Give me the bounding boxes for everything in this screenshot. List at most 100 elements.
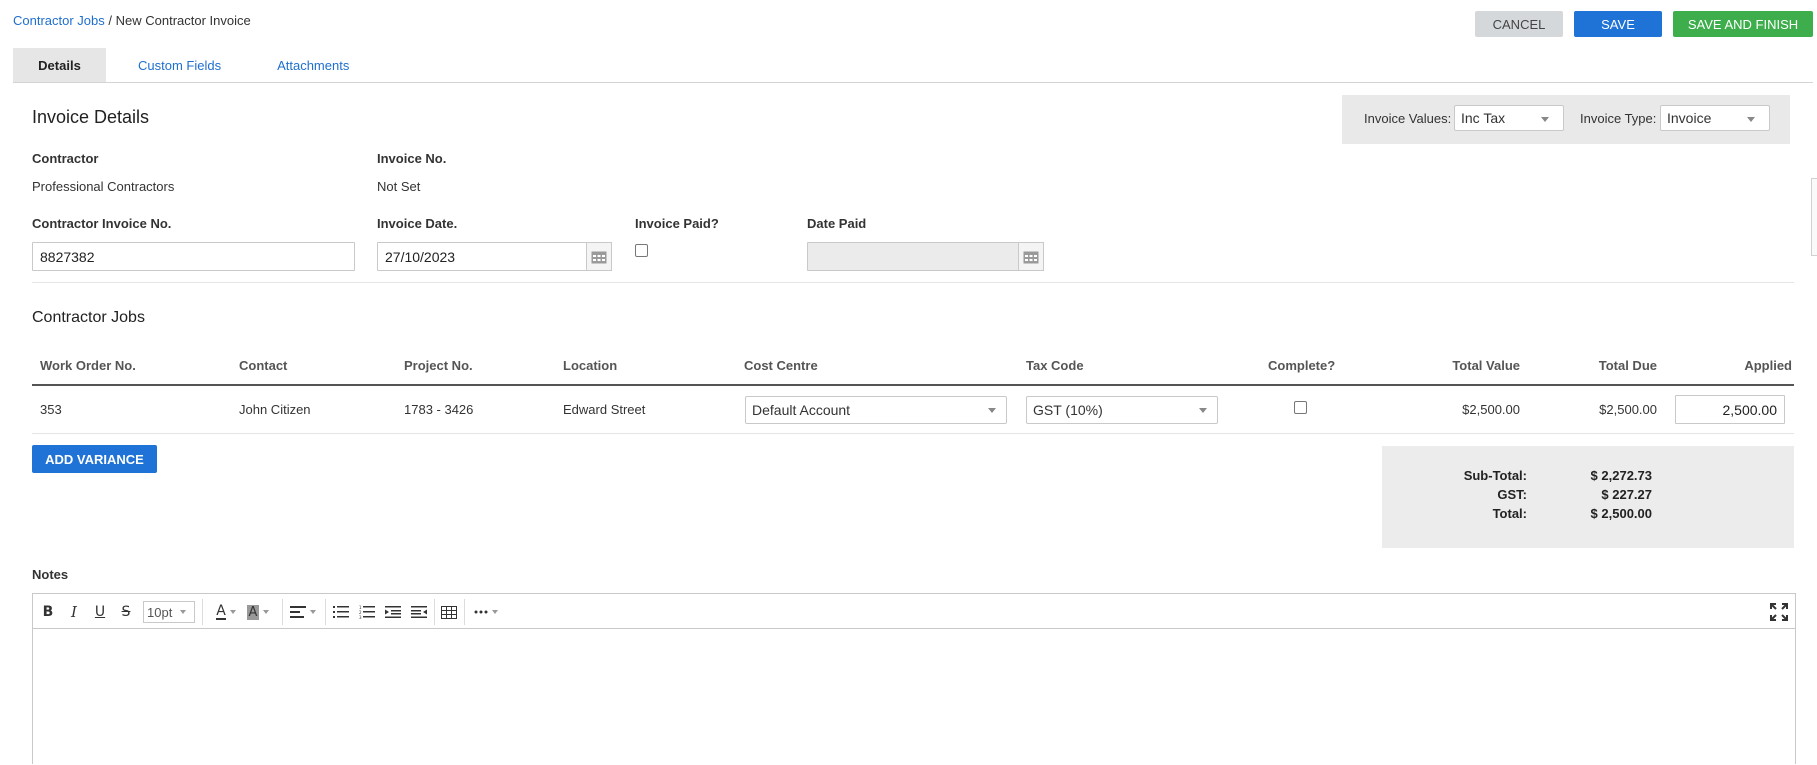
col-contact: Contact bbox=[239, 358, 288, 373]
highlight-color-button[interactable]: A bbox=[241, 602, 275, 622]
indent-button[interactable] bbox=[383, 602, 403, 622]
chevron-down-icon bbox=[180, 610, 187, 614]
chevron-down-icon bbox=[229, 610, 236, 614]
chevron-down-icon bbox=[988, 408, 996, 413]
breadcrumb-current: New Contractor Invoice bbox=[115, 13, 251, 28]
totals-panel: Sub-Total: $ 2,272.73 GST: $ 227.27 Tota… bbox=[1382, 446, 1794, 548]
chevron-down-icon bbox=[263, 610, 270, 614]
strikethrough-icon[interactable]: S bbox=[117, 602, 135, 622]
chevron-down-icon bbox=[1199, 408, 1207, 413]
contractor-label: Contractor bbox=[32, 151, 99, 166]
italic-icon[interactable]: I bbox=[65, 602, 83, 622]
contractor-invoice-no-label: Contractor Invoice No. bbox=[32, 216, 172, 231]
col-applied: Applied bbox=[1744, 358, 1792, 373]
tab-custom-fields[interactable]: Custom Fields bbox=[106, 48, 247, 82]
invoice-paid-checkbox[interactable] bbox=[635, 244, 648, 257]
fullscreen-button[interactable] bbox=[1769, 602, 1789, 622]
applied-value: 2,500.00 bbox=[1722, 401, 1778, 418]
add-variance-button[interactable]: ADD VARIANCE bbox=[32, 445, 157, 473]
applied-input[interactable]: 2,500.00 bbox=[1675, 395, 1785, 424]
cost-centre-select[interactable]: Default Account bbox=[745, 396, 1007, 424]
col-tax-code: Tax Code bbox=[1026, 358, 1084, 373]
notes-textarea[interactable] bbox=[33, 630, 1795, 765]
contractor-invoice-no-value: 8827382 bbox=[40, 248, 95, 265]
more-icon bbox=[474, 610, 488, 614]
total-label: Total: bbox=[1492, 506, 1527, 521]
more-options-button[interactable] bbox=[469, 602, 503, 622]
invoice-values-label: Invoice Values: bbox=[1364, 111, 1452, 126]
invoice-date-value: 27/10/2023 bbox=[385, 248, 456, 265]
breadcrumb-contractor-jobs-link[interactable]: Contractor Jobs bbox=[13, 13, 105, 28]
invoice-type-select[interactable]: Invoice bbox=[1660, 105, 1770, 131]
chevron-down-icon bbox=[1747, 117, 1755, 122]
toolbar-separator bbox=[202, 599, 203, 625]
date-paid-label: Date Paid bbox=[807, 216, 867, 231]
subtotal-label: Sub-Total: bbox=[1463, 468, 1527, 483]
gst-label: GST: bbox=[1497, 487, 1527, 502]
complete-checkbox[interactable] bbox=[1294, 401, 1307, 414]
tax-code-value: GST (10%) bbox=[1033, 402, 1103, 418]
bullet-list-button[interactable] bbox=[331, 602, 351, 622]
outdent-icon bbox=[411, 606, 427, 618]
date-paid-input[interactable] bbox=[807, 242, 1019, 271]
tax-code-select[interactable]: GST (10%) bbox=[1026, 396, 1218, 424]
invoice-date-calendar-button[interactable] bbox=[586, 242, 612, 271]
cell-contact: John Citizen bbox=[239, 402, 311, 417]
contractor-value: Professional Contractors bbox=[32, 179, 175, 194]
date-paid-calendar-button[interactable] bbox=[1018, 242, 1044, 271]
invoice-settings-panel: Invoice Values: Inc Tax Invoice Type: In… bbox=[1342, 95, 1790, 144]
section-divider bbox=[32, 282, 1794, 283]
chevron-down-icon bbox=[1541, 117, 1549, 122]
invoice-type-label: Invoice Type: bbox=[1580, 111, 1657, 126]
side-panel-handle[interactable] bbox=[1811, 178, 1817, 256]
insert-table-button[interactable] bbox=[438, 602, 460, 622]
tab-bar: Details Custom Fields Attachments bbox=[13, 48, 375, 82]
save-and-finish-button[interactable]: SAVE AND FINISH bbox=[1673, 11, 1813, 37]
invoice-date-label: Invoice Date. bbox=[377, 216, 458, 231]
contractor-jobs-title: Contractor Jobs bbox=[32, 309, 145, 326]
notes-editor: B I U S 10pt A A 123 bbox=[32, 593, 1796, 764]
align-left-icon bbox=[290, 606, 306, 618]
highlight-icon: A bbox=[246, 604, 260, 620]
invoice-values-select[interactable]: Inc Tax bbox=[1454, 105, 1564, 131]
chevron-down-icon bbox=[310, 610, 316, 614]
invoice-no-label: Invoice No. bbox=[377, 151, 447, 166]
cell-location: Edward Street bbox=[563, 402, 646, 417]
font-size-value: 10pt bbox=[147, 604, 173, 620]
invoice-no-value: Not Set bbox=[377, 179, 421, 194]
contractor-invoice-no-input[interactable]: 8827382 bbox=[32, 242, 355, 271]
text-color-icon: A bbox=[216, 603, 226, 620]
invoice-date-input[interactable]: 27/10/2023 bbox=[377, 242, 587, 271]
font-size-select[interactable]: 10pt bbox=[143, 601, 195, 623]
invoice-values-value: Inc Tax bbox=[1461, 110, 1506, 126]
bold-icon[interactable]: B bbox=[39, 602, 57, 622]
cancel-button[interactable]: CANCEL bbox=[1475, 11, 1563, 37]
tabs-divider bbox=[13, 82, 1813, 83]
cost-centre-value: Default Account bbox=[752, 402, 851, 418]
total-value: $ 2,500.00 bbox=[1590, 506, 1652, 521]
col-total-due: Total Due bbox=[1598, 358, 1657, 373]
breadcrumb-separator: / bbox=[104, 13, 116, 28]
cell-work-order: 353 bbox=[40, 402, 62, 417]
tab-details[interactable]: Details bbox=[13, 48, 106, 82]
toolbar-separator bbox=[464, 599, 465, 625]
text-color-button[interactable]: A bbox=[209, 602, 243, 622]
outdent-button[interactable] bbox=[409, 602, 429, 622]
gst-value: $ 227.27 bbox=[1601, 487, 1652, 502]
col-complete: Complete? bbox=[1268, 358, 1336, 373]
table-row-divider bbox=[32, 433, 1794, 434]
toolbar-separator bbox=[282, 599, 283, 625]
cell-total-value: $2,500.00 bbox=[1462, 402, 1520, 417]
align-button[interactable] bbox=[287, 602, 319, 622]
invoice-type-value: Invoice bbox=[1667, 110, 1712, 126]
tab-attachments[interactable]: Attachments bbox=[247, 48, 375, 82]
underline-icon[interactable]: U bbox=[91, 602, 109, 622]
notes-label: Notes bbox=[32, 567, 69, 582]
numbered-list-icon: 123 bbox=[359, 605, 375, 619]
save-button[interactable]: SAVE bbox=[1574, 11, 1662, 37]
subtotal-value: $ 2,272.73 bbox=[1590, 468, 1652, 483]
chevron-down-icon bbox=[492, 610, 498, 614]
col-cost-centre: Cost Centre bbox=[744, 358, 818, 373]
numbered-list-button[interactable]: 123 bbox=[357, 602, 377, 622]
invoice-paid-label: Invoice Paid? bbox=[635, 216, 719, 231]
